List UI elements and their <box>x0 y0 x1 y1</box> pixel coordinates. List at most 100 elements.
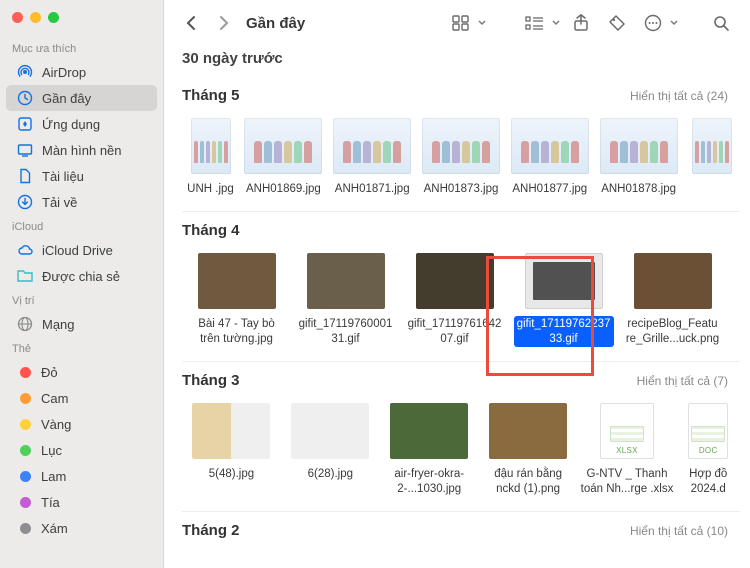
file-item[interactable]: DOCHợp đồ 2024.d <box>676 399 740 497</box>
sidebar-item-label: Cam <box>41 391 68 406</box>
file-name: gifit_17119761642 07.gif <box>405 316 505 347</box>
toolbar: Gần đây <box>164 0 750 46</box>
file-item[interactable]: đậu rán bằng nckd (1).png <box>479 399 578 497</box>
file-item[interactable]: ANH01873.jpg <box>417 114 506 197</box>
sidebar-item[interactable]: Vàng <box>6 411 157 437</box>
file-name: ANH01877.jpg <box>509 181 590 197</box>
main-pane: Gần đây <box>164 0 750 568</box>
action-menu-button[interactable] <box>638 9 678 37</box>
sidebar-item[interactable]: Đỏ <box>6 359 157 385</box>
file-name: Bài 47 - Tay bò trên tường.jpg <box>187 316 287 347</box>
sidebar-item[interactable]: Tài liệu <box>6 163 157 189</box>
file-thumbnail <box>192 403 270 459</box>
file-item[interactable]: air-fryer-okra-2-...1030.jpg <box>380 399 479 497</box>
file-item[interactable]: recipeBlog_Featu re_Grille...uck.png <box>618 249 727 347</box>
show-all-button[interactable]: Hiển thị tất cả (7) <box>637 374 728 388</box>
file-name: UNH .jpg <box>184 181 237 197</box>
file-name: ANH01873.jpg <box>421 181 502 197</box>
file-item[interactable]: gifit_17119761642 07.gif <box>400 249 509 347</box>
sidebar-item-label: Tía <box>41 495 60 510</box>
file-item[interactable]: ANH01869.jpg <box>239 114 328 197</box>
tag-dot-icon <box>20 497 31 508</box>
file-thumbnail <box>191 118 231 174</box>
share-button[interactable] <box>566 9 596 37</box>
view-mode-group[interactable] <box>446 9 486 37</box>
file-item[interactable]: XLSXG-NTV _ Thanh toán Nh...rge .xlsx <box>578 399 677 497</box>
tag-dot-icon <box>20 367 31 378</box>
sidebar-item[interactable]: Lục <box>6 437 157 463</box>
file-grid: Bài 47 - Tay bò trên tường.jpg gifit_1711… <box>182 243 740 361</box>
sidebar-item[interactable]: Được chia sẻ <box>6 263 157 289</box>
file-thumbnail: XLSX <box>600 403 654 459</box>
sidebar-item-label: Xám <box>41 521 68 536</box>
file-name: ANH01871.jpg <box>332 181 413 197</box>
file-thumbnail <box>422 118 500 174</box>
file-thumbnail <box>333 118 411 174</box>
file-item[interactable] <box>683 114 740 197</box>
file-item[interactable]: ANH01878.jpg <box>594 114 683 197</box>
sidebar-item[interactable]: Xám <box>6 515 157 541</box>
month-name: Tháng 4 <box>182 216 240 239</box>
sidebar-item[interactable]: Ứng dụng <box>6 111 157 137</box>
file-item[interactable]: 5(48).jpg <box>182 399 281 497</box>
file-thumbnail <box>390 403 468 459</box>
airdrop-icon <box>16 63 34 81</box>
content-area[interactable]: 30 ngày trước Tháng 5 Hiển thị tất cả (24… <box>164 46 750 568</box>
search-button[interactable] <box>706 9 736 37</box>
sidebar-item[interactable]: Gần đây <box>6 85 157 111</box>
tag-dot-icon <box>20 471 31 482</box>
sidebar-item[interactable]: Cam <box>6 385 157 411</box>
sidebar-item[interactable]: iCloud Drive <box>6 237 157 263</box>
sidebar-item-label: Lam <box>41 469 66 484</box>
chevron-down-icon <box>478 20 486 26</box>
sidebar-item-label: Ứng dụng <box>42 117 100 132</box>
show-all-button[interactable]: Hiển thị tất cả (10) <box>630 524 728 538</box>
month-name: Tháng 5 <box>182 81 240 104</box>
file-name: Hợp đồ 2024.d <box>676 466 740 497</box>
tags-button[interactable] <box>602 9 632 37</box>
sidebar-item[interactable]: Lam <box>6 463 157 489</box>
file-name: gifit_17119760001 31.gif <box>296 316 396 347</box>
file-item[interactable]: gifit_17119760001 31.gif <box>291 249 400 347</box>
sidebar: Mục ưa thíchAirDropGần đâyỨng dụngMàn hì… <box>0 0 164 568</box>
file-name: ANH01869.jpg <box>243 181 324 197</box>
file-item[interactable]: gifit_17119762237 33.gif <box>509 249 618 347</box>
file-name: 6(28).jpg <box>305 466 356 482</box>
sidebar-item[interactable]: Màn hình nền <box>6 137 157 163</box>
group-by-button[interactable] <box>520 9 560 37</box>
chevron-down-icon <box>670 20 678 26</box>
sidebar-item[interactable]: Mạng <box>6 311 157 337</box>
recents-header: 30 ngày trước <box>182 46 750 77</box>
file-item[interactable]: ANH01871.jpg <box>328 114 417 197</box>
sidebar-section-label: iCloud <box>0 215 163 237</box>
file-item[interactable]: Bài 47 - Tay bò trên tường.jpg <box>182 249 291 347</box>
sidebar-item-label: Mạng <box>42 317 75 332</box>
month-header: Tháng 5 Hiển thị tất cả (24) <box>182 77 740 108</box>
sidebar-item-label: Vàng <box>41 417 71 432</box>
show-all-button[interactable]: Hiển thị tất cả (24) <box>630 89 728 103</box>
sidebar-item[interactable]: Tía <box>6 489 157 515</box>
zoom-window[interactable] <box>48 12 59 23</box>
forward-button[interactable] <box>210 10 236 36</box>
file-item[interactable]: 6(28).jpg <box>281 399 380 497</box>
minimize-window[interactable] <box>30 12 41 23</box>
file-thumbnail <box>692 118 732 174</box>
file-name: ANH01878.jpg <box>598 181 679 197</box>
file-item[interactable]: UNH .jpg <box>182 114 239 197</box>
sidebar-section-label: Thẻ <box>0 337 163 359</box>
sidebar-item-label: Gần đây <box>42 91 91 106</box>
file-thumbnail <box>525 253 603 309</box>
sidebar-item-label: AirDrop <box>42 65 86 80</box>
sidebar-item[interactable]: AirDrop <box>6 59 157 85</box>
tag-dot-icon <box>20 393 31 404</box>
desktop-icon <box>16 141 34 159</box>
close-window[interactable] <box>12 12 23 23</box>
back-button[interactable] <box>178 10 204 36</box>
file-item[interactable]: ANH01877.jpg <box>505 114 594 197</box>
sidebar-item[interactable]: Tải về <box>6 189 157 215</box>
cloud-icon <box>16 241 34 259</box>
tag-dot-icon <box>20 445 31 456</box>
icon-view-icon[interactable] <box>446 9 476 37</box>
file-thumbnail <box>244 118 322 174</box>
network-icon <box>16 315 34 333</box>
